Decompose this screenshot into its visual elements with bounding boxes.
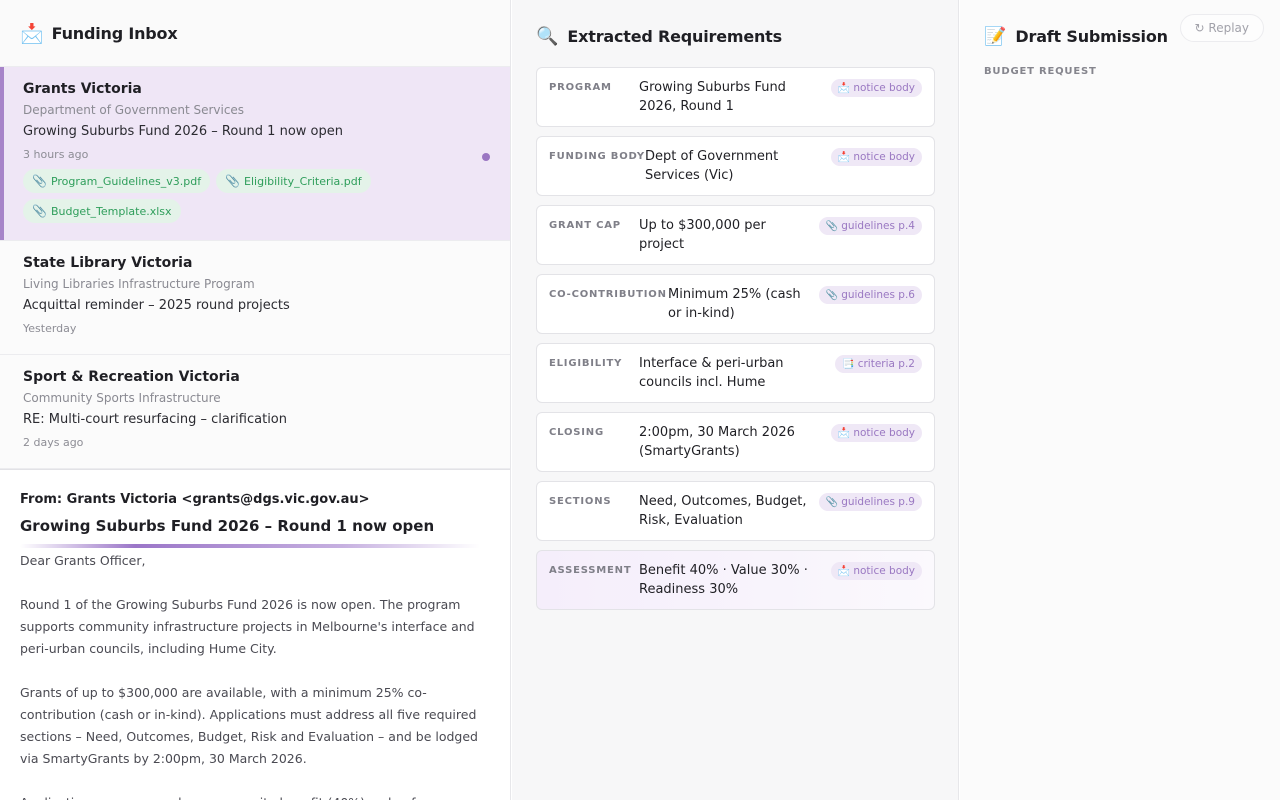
message-org: Department of Government Services bbox=[23, 103, 245, 117]
source-badge[interactable]: 📩 notice body bbox=[830, 562, 922, 580]
attachment-name: Budget_Template.xlsx bbox=[50, 204, 172, 218]
source-label: notice body bbox=[853, 565, 915, 577]
requirement-key: CO-CONTRIBUTION bbox=[549, 289, 667, 300]
requirement-co-contribution: CO-CONTRIBUTION Minimum 25% (cash or in-… bbox=[536, 274, 935, 334]
requirement-program: PROGRAM Growing Suburbs Fund 2026, Round… bbox=[536, 67, 935, 127]
requirement-key: CLOSING bbox=[549, 427, 604, 438]
message-item-state-library[interactable]: State Library Victoria Living Libraries … bbox=[0, 241, 510, 355]
requirement-key: GRANT CAP bbox=[549, 220, 621, 231]
magnifier-icon: 🔍 bbox=[536, 25, 559, 47]
inbox-tray-icon: 📩 bbox=[20, 22, 44, 45]
requirements-header: 🔍 Extracted Requirements bbox=[512, 0, 958, 48]
paperclip-icon: 📎 bbox=[825, 220, 839, 232]
source-label: guidelines p.6 bbox=[841, 289, 915, 301]
envelope-icon: 📩 bbox=[837, 565, 851, 577]
requirement-key: SECTIONS bbox=[549, 496, 612, 507]
requirement-funding-body: FUNDING BODY Dept of Government Services… bbox=[536, 136, 935, 196]
message-org: Community Sports Infrastructure bbox=[23, 391, 221, 405]
reader-paragraph: Applications are assessed on community b… bbox=[20, 792, 490, 800]
reader-greeting: Dear Grants Officer, bbox=[20, 553, 146, 568]
requirement-key: ELIGIBILITY bbox=[549, 358, 623, 369]
reader-subject: Growing Suburbs Fund 2026 – Round 1 now … bbox=[20, 517, 435, 535]
requirements-list: PROGRAM Growing Suburbs Fund 2026, Round… bbox=[536, 67, 935, 619]
requirement-key: ASSESSMENT bbox=[549, 565, 632, 576]
requirements-title: Extracted Requirements bbox=[567, 26, 782, 46]
message-subject: RE: Multi-court resurfacing – clarificat… bbox=[23, 412, 287, 427]
source-label: notice body bbox=[853, 427, 915, 439]
attachment-name: Program_Guidelines_v3.pdf bbox=[50, 174, 202, 188]
envelope-icon: 📩 bbox=[837, 151, 851, 163]
requirement-grant-cap: GRANT CAP Up to $300,000 per project 📎 gu… bbox=[536, 205, 935, 265]
paperclip-icon: 📎 bbox=[825, 289, 839, 301]
memo-icon: 📝 bbox=[984, 25, 1007, 47]
requirement-key: FUNDING BODY bbox=[549, 151, 645, 162]
message-reader: From: Grants Victoria <grants@dgs.vic.go… bbox=[0, 469, 510, 800]
paperclip-icon: 📎 bbox=[32, 204, 47, 218]
source-badge[interactable]: 📩 notice body bbox=[830, 424, 922, 442]
draft-submission-panel: 📝 Draft Submission ↻ Replay BUDGET REQUE… bbox=[960, 0, 1280, 800]
message-sender: State Library Victoria bbox=[23, 255, 193, 271]
source-label: criteria p.2 bbox=[857, 358, 915, 370]
envelope-icon: 📩 bbox=[837, 82, 851, 94]
reader-paragraph: Round 1 of the Growing Suburbs Fund 2026… bbox=[20, 597, 475, 656]
message-time: Yesterday bbox=[23, 322, 77, 335]
funding-inbox-panel: 📩 Funding Inbox Grants Victoria Departme… bbox=[0, 0, 511, 800]
requirements-panel: 🔍 Extracted Requirements PROGRAM Growing… bbox=[512, 0, 959, 800]
requirement-value: Need, Outcomes, Budget, Risk, Evaluation bbox=[639, 494, 807, 528]
message-subject: Growing Suburbs Fund 2026 – Round 1 now … bbox=[23, 124, 343, 139]
source-label: notice body bbox=[853, 82, 915, 94]
attachment-name: Eligibility_Criteria.pdf bbox=[244, 174, 362, 188]
source-badge[interactable]: 📩 notice body bbox=[830, 79, 922, 97]
reader-from: From: Grants Victoria <grants@dgs.vic.go… bbox=[20, 492, 370, 507]
paperclip-icon: 📎 bbox=[225, 174, 241, 188]
source-badge[interactable]: 📎 guidelines p.4 bbox=[818, 217, 922, 235]
message-sender: Grants Victoria bbox=[23, 81, 142, 97]
requirement-value: 2:00pm, 30 March 2026 (SmartyGrants) bbox=[639, 425, 795, 459]
requirement-value: Minimum 25% (cash or in-kind) bbox=[668, 287, 801, 321]
requirement-closing: CLOSING 2:00pm, 30 March 2026 (SmartyGra… bbox=[536, 412, 935, 472]
requirement-value: Interface & peri-urban councils incl. Hu… bbox=[639, 356, 784, 390]
requirement-eligibility: ELIGIBILITY Interface & peri-urban counc… bbox=[536, 343, 935, 403]
inbox-title: Funding Inbox bbox=[51, 23, 178, 43]
paperclip-icon: 📎 bbox=[825, 496, 839, 508]
message-org: Living Libraries Infrastructure Program bbox=[23, 277, 255, 291]
document-icon: 📑 bbox=[842, 358, 855, 370]
requirement-value: Up to $300,000 per project bbox=[639, 218, 766, 252]
source-badge[interactable]: 📩 notice body bbox=[830, 148, 922, 166]
message-item-grants-victoria[interactable]: Grants Victoria Department of Government… bbox=[0, 67, 510, 241]
inbox-header: 📩 Funding Inbox bbox=[0, 0, 510, 67]
source-badge[interactable]: 📎 guidelines p.9 bbox=[818, 493, 922, 511]
source-label: guidelines p.4 bbox=[841, 220, 915, 232]
source-label: guidelines p.9 bbox=[841, 496, 915, 508]
reader-paragraph: Grants of up to $300,000 are available, … bbox=[20, 685, 478, 766]
attachment-chip[interactable]: 📎 Program_Guidelines_v3.pdf bbox=[23, 169, 211, 193]
draft-title: Draft Submission bbox=[1015, 26, 1168, 46]
budget-request-label: BUDGET REQUEST bbox=[984, 66, 1097, 77]
requirement-sections: SECTIONS Need, Outcomes, Budget, Risk, E… bbox=[536, 481, 935, 541]
attachment-list: 📎 Program_Guidelines_v3.pdf 📎 Eligibility_… bbox=[23, 169, 490, 229]
requirement-value: Growing Suburbs Fund 2026, Round 1 bbox=[639, 80, 786, 114]
attachment-chip[interactable]: 📎 Eligibility_Criteria.pdf bbox=[216, 169, 371, 193]
message-time: 2 days ago bbox=[23, 436, 84, 449]
requirement-assessment: ASSESSMENT Benefit 40% · Value 30% · Rea… bbox=[536, 550, 935, 610]
requirement-value: Dept of Government Services (Vic) bbox=[645, 149, 779, 183]
message-sender: Sport & Recreation Victoria bbox=[23, 369, 240, 385]
envelope-icon: 📩 bbox=[837, 427, 851, 439]
source-badge[interactable]: 📎 guidelines p.6 bbox=[818, 286, 922, 304]
requirement-value: Benefit 40% · Value 30% · Readiness 30% bbox=[639, 563, 808, 597]
attachment-chip[interactable]: 📎 Budget_Template.xlsx bbox=[23, 199, 181, 223]
reader-highlight-bar bbox=[20, 544, 480, 548]
source-badge[interactable]: 📑 criteria p.2 bbox=[835, 355, 922, 373]
paperclip-icon: 📎 bbox=[32, 174, 47, 188]
source-label: notice body bbox=[853, 151, 915, 163]
message-item-sport-recreation[interactable]: Sport & Recreation Victoria Community Sp… bbox=[0, 355, 510, 469]
message-subject: Acquittal reminder – 2025 round projects bbox=[23, 298, 290, 313]
replay-button[interactable]: ↻ Replay bbox=[1179, 14, 1264, 42]
requirement-key: PROGRAM bbox=[549, 82, 612, 93]
unread-indicator bbox=[482, 153, 490, 161]
message-time: 3 hours ago bbox=[23, 148, 89, 161]
